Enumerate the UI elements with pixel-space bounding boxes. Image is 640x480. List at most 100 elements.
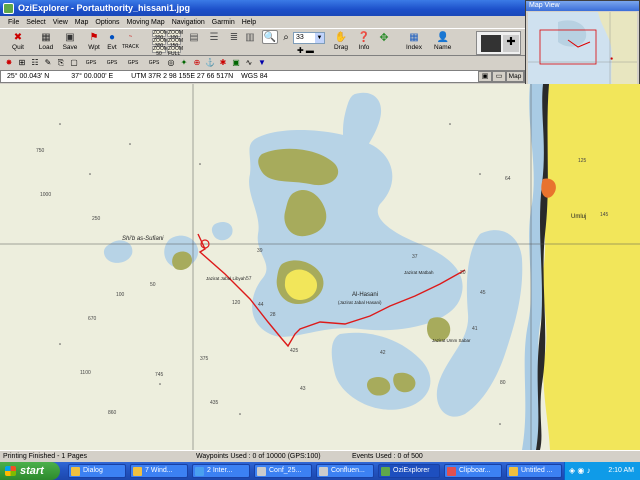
window-title: OziExplorer - Portauthority_hissani1.jpg — [18, 3, 191, 13]
nautical-chart: 750 1000 250 50 100 670 1100 860 745 375… — [0, 84, 640, 450]
windows-logo-icon — [5, 466, 16, 476]
waypoint-button[interactable]: ⚑ Wpt — [86, 30, 102, 52]
map-view-overview[interactable]: ✸ — [528, 12, 637, 92]
moving-map-icon[interactable]: ▣ — [231, 58, 241, 68]
place-label: Shi'b as-Sufiani — [122, 236, 164, 242]
load-button[interactable]: ▦ Load — [38, 30, 54, 52]
menu-garmin[interactable]: Garmin — [212, 19, 235, 26]
task-internet[interactable]: 2 Inter... — [192, 464, 250, 478]
menu-map[interactable]: Map — [75, 19, 89, 26]
anchor-icon[interactable]: ⚓ — [205, 58, 215, 68]
save-small-icon[interactable]: ▣ — [478, 71, 492, 82]
copy-icon[interactable]: ⎘ — [56, 58, 66, 68]
zoom-level-select[interactable]: 33 ▼ — [293, 32, 325, 44]
status-printing: Printing Finished - 1 Pages — [3, 453, 88, 460]
zoom-plus-minus[interactable]: ✚ ▬ — [297, 46, 314, 55]
zoom-150-button[interactable]: ZOOM 150 — [167, 38, 183, 49]
menu-moving-map[interactable]: Moving Map — [127, 19, 165, 26]
zoom-50-button[interactable]: ZOOM 50 — [152, 46, 168, 57]
task-icon — [133, 467, 142, 476]
depth-label: 1000 — [40, 192, 51, 198]
gps-route-button[interactable]: GPS — [124, 58, 142, 68]
pan-button[interactable]: ✥ — [376, 30, 392, 44]
chevron-down-icon[interactable]: ▼ — [315, 33, 324, 43]
info-button[interactable]: ❓ Info — [356, 30, 372, 52]
task-clipboard[interactable]: Clipboar... — [444, 464, 502, 478]
menu-select[interactable]: Select — [26, 19, 45, 26]
compass-icon[interactable]: ✦ — [179, 58, 189, 68]
list-icon[interactable]: ☷ — [30, 58, 40, 68]
depth-label: 43 — [300, 386, 306, 392]
zoom-full-button[interactable]: ZOOM FULL — [167, 46, 183, 57]
zoom-300-button[interactable]: ZOOM 300 — [152, 38, 168, 49]
task-conf[interactable]: Conf_25... — [254, 464, 312, 478]
map-preview-icon[interactable]: ✚ — [476, 31, 521, 55]
task-icon — [319, 467, 328, 476]
zoom-100-button[interactable]: ZOOM 100 — [167, 30, 183, 41]
route-button[interactable]: ≣ — [226, 30, 242, 44]
zoom-tool-button[interactable]: 🔍 — [262, 30, 278, 44]
start-button[interactable]: start — [0, 462, 60, 480]
name-button[interactable]: 👤 Name — [434, 30, 452, 52]
task-confluence[interactable]: Confluen... — [316, 464, 374, 478]
measure-icon[interactable]: ◎ — [166, 58, 176, 68]
name-label: Name — [434, 44, 452, 51]
task-label: Untitled ... — [521, 467, 553, 474]
index-button[interactable]: ▦ Index — [406, 30, 422, 52]
depth-label: 57 — [246, 276, 252, 282]
map-canvas[interactable]: 750 1000 250 50 100 670 1100 860 745 375… — [0, 84, 640, 450]
track-button[interactable]: ~ TRACK — [122, 30, 139, 50]
clock[interactable]: 2:10 AM — [608, 467, 634, 474]
index-icon: ▦ — [409, 31, 419, 43]
menu-file[interactable]: File — [8, 19, 19, 26]
quit-button[interactable]: ✖ Quit — [10, 30, 26, 52]
gps-icon[interactable]: ✸ — [4, 58, 14, 68]
depth-label: 41 — [472, 326, 478, 332]
task-windows[interactable]: 7 Wind... — [130, 464, 188, 478]
target-icon[interactable]: ⊕ — [192, 58, 202, 68]
gps-track-button[interactable]: GPS — [103, 58, 121, 68]
save-button[interactable]: ▣ Save — [62, 30, 78, 52]
task-oziexplorer[interactable]: OziExplorer — [378, 464, 440, 478]
track-label: TRACK — [122, 44, 139, 50]
chart-button[interactable]: ▥ — [242, 30, 258, 44]
alarm-icon[interactable]: ✱ — [218, 58, 228, 68]
app-icon — [3, 2, 14, 14]
depth-label: 100 — [116, 292, 125, 298]
paste-icon[interactable]: ▢ — [69, 58, 79, 68]
track-control-icon: ☰ — [209, 31, 219, 43]
find-button[interactable]: ⌕ — [278, 30, 294, 44]
depth-label: 37 — [412, 254, 418, 260]
grid-icon[interactable]: ⊞ — [17, 58, 27, 68]
signal-icon[interactable]: ▼ — [257, 58, 267, 68]
tray-icons[interactable]: ◈ ◉ ♪ — [569, 462, 591, 480]
text-icon[interactable]: ✎ — [43, 58, 53, 68]
monitor-icon[interactable]: ▭ — [492, 71, 506, 82]
menu-help[interactable]: Help — [242, 19, 256, 26]
task-label: Confluen... — [331, 467, 365, 474]
coord-buttons: ▣ ▭ Map — [478, 71, 524, 82]
gps-button[interactable]: GPS — [82, 58, 100, 68]
longitude-readout: 37° 00.000' E — [71, 73, 114, 80]
depth-label: 1100 — [80, 370, 91, 376]
map-view-window[interactable]: Map View ✸ — [525, 0, 640, 95]
drag-button[interactable]: ✋ Drag — [333, 30, 349, 52]
menu-options[interactable]: Options — [95, 19, 119, 26]
event-icon: ● — [108, 31, 116, 43]
task-dialog[interactable]: Dialog — [68, 464, 126, 478]
place-label: Jazirat Jabal Libyah — [206, 276, 246, 281]
task-label: 7 Wind... — [145, 467, 173, 474]
menu-navigation[interactable]: Navigation — [172, 19, 205, 26]
pan-arrows-icon: ✥ — [379, 31, 389, 44]
map-button[interactable]: Map — [506, 71, 524, 82]
task-untitled[interactable]: Untitled ... — [506, 464, 562, 478]
depth-label: 44 — [258, 302, 264, 308]
track-control-button[interactable]: ☰ — [206, 30, 222, 44]
menu-view[interactable]: View — [53, 19, 68, 26]
graph-icon[interactable]: ∿ — [244, 58, 254, 68]
gps-wpt-button[interactable]: GPS — [145, 58, 163, 68]
show-button[interactable]: ▤ — [186, 30, 202, 44]
zoom-200-button[interactable]: ZOOM 200 — [152, 30, 168, 41]
menu-bar: File Select View Map Options Moving Map … — [0, 16, 525, 28]
event-button[interactable]: ● Evt — [104, 30, 120, 52]
